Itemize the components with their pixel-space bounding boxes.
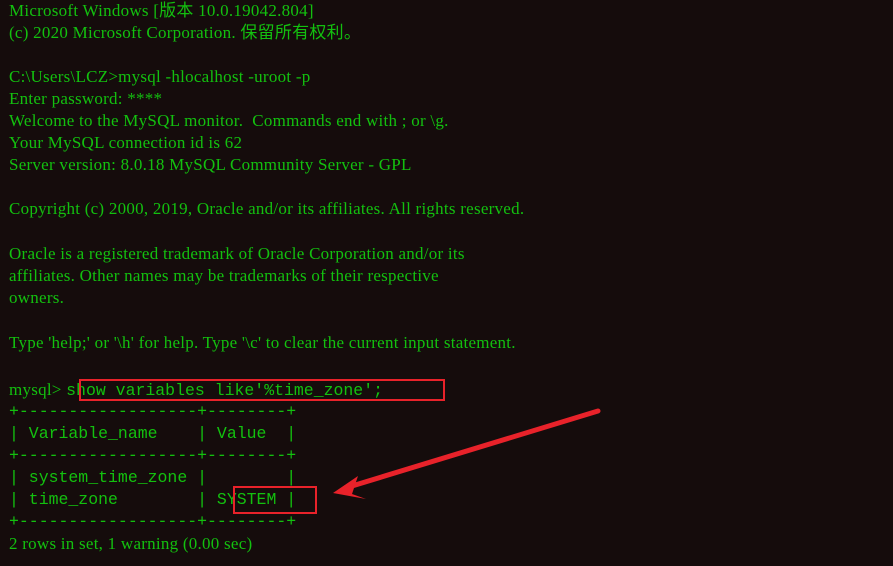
terminal-window[interactable]: Microsoft Windows [版本 10.0.19042.804] (c… bbox=[0, 0, 893, 566]
query-highlight-box bbox=[79, 379, 445, 401]
trademark-line-1: Oracle is a registered trademark of Orac… bbox=[9, 244, 465, 263]
prompt-path: C:\Users\LCZ> bbox=[9, 67, 119, 86]
mysql-prompt: mysql> bbox=[9, 380, 62, 399]
oracle-copyright-line: Copyright (c) 2000, 2019, Oracle and/or … bbox=[9, 199, 525, 218]
help-line: Type 'help;' or '\h' for help. Type '\c'… bbox=[9, 333, 516, 352]
result-summary-line: 2 rows in set, 1 warning (0.00 sec) bbox=[9, 534, 253, 553]
table-border-bottom: +------------------+--------+ bbox=[9, 512, 297, 531]
connection-id-line: Your MySQL connection id is 62 bbox=[9, 133, 243, 152]
trademark-line-2: affiliates. Other names may be trademark… bbox=[9, 266, 439, 285]
table-header-row: | Variable_name | Value | bbox=[9, 424, 297, 443]
login-command-line: C:\Users\LCZ>mysql -hlocalhost -uroot -p bbox=[9, 66, 310, 88]
server-version-line: Server version: 8.0.18 MySQL Community S… bbox=[9, 155, 412, 174]
welcome-line: Welcome to the MySQL monitor. Commands e… bbox=[9, 111, 449, 130]
password-line: Enter password: **** bbox=[9, 89, 163, 108]
trademark-line-3: owners. bbox=[9, 288, 65, 307]
login-command: mysql -hlocalhost -uroot -p bbox=[118, 67, 311, 86]
table-border-top: +------------------+--------+ bbox=[9, 402, 297, 421]
copyright-ms-line: (c) 2020 Microsoft Corporation. 保留所有权利。 bbox=[9, 23, 362, 42]
system-value-highlight-box bbox=[233, 486, 317, 514]
windows-version-line: Microsoft Windows [版本 10.0.19042.804] bbox=[9, 1, 314, 20]
table-border-mid: +------------------+--------+ bbox=[9, 446, 297, 465]
